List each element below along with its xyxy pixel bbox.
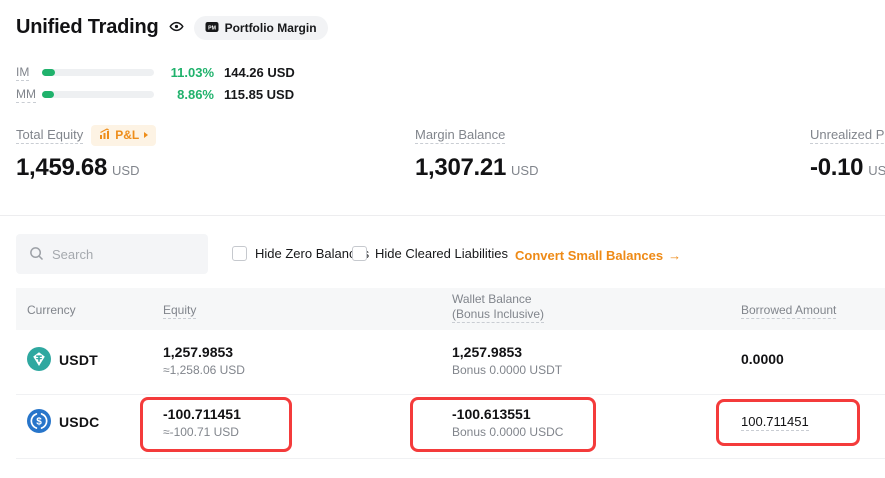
hide-zero-balances-checkbox[interactable]: Hide Zero Balances bbox=[232, 246, 369, 261]
stat-unrealized-pnl: Unrealized PnL -0.10USD bbox=[810, 124, 885, 182]
mm-progress-track bbox=[42, 91, 154, 98]
im-amount: 144.26 USD bbox=[224, 65, 295, 80]
usdt-equity-value: 1,257.9853 bbox=[163, 344, 233, 360]
col-borrowed-amount[interactable]: Borrowed Amount bbox=[741, 303, 836, 317]
portfolio-margin-icon: PM bbox=[205, 20, 219, 37]
usdc-equity-value: -100.711451 bbox=[163, 406, 241, 422]
pnl-badge[interactable]: P&L bbox=[91, 125, 156, 146]
usdc-wallet-bonus: Bonus 0.0000 USDC bbox=[452, 425, 563, 439]
usdc-borrowed-value[interactable]: 100.711451 bbox=[741, 414, 809, 429]
currency-name: USDT bbox=[59, 352, 98, 368]
search-input[interactable] bbox=[16, 234, 208, 274]
usdt-coin-icon bbox=[27, 347, 51, 376]
pnl-chart-icon bbox=[99, 128, 111, 143]
usdt-borrowed-value: 0.0000 bbox=[741, 351, 784, 367]
unified-trading-panel: Unified Trading PM Portfolio Margin IM bbox=[0, 0, 885, 478]
total-equity-value: 1,459.68USD bbox=[16, 154, 156, 182]
search-box bbox=[16, 234, 208, 274]
svg-text:PM: PM bbox=[208, 25, 216, 31]
unrealized-pnl-label[interactable]: Unrealized PnL bbox=[810, 127, 885, 144]
eye-icon bbox=[169, 19, 184, 39]
caret-right-icon bbox=[144, 132, 148, 138]
row-divider bbox=[16, 394, 885, 395]
total-equity-label[interactable]: Total Equity bbox=[16, 127, 83, 144]
usdc-equity-usd: ≈-100.71 USD bbox=[163, 425, 239, 439]
hide-cleared-liabilities-checkbox[interactable]: Hide Cleared Liabilities bbox=[352, 246, 508, 261]
col-equity[interactable]: Equity bbox=[163, 303, 196, 317]
usdc-coin-icon: $ bbox=[27, 409, 51, 438]
mm-ratio-row: MM 8.86% 115.85 USD bbox=[16, 86, 294, 102]
margin-balance-label[interactable]: Margin Balance bbox=[415, 127, 505, 144]
mm-progress-fill bbox=[42, 91, 54, 98]
page-title: Unified Trading bbox=[16, 16, 159, 39]
margin-balance-unit: USD bbox=[511, 163, 538, 178]
section-divider bbox=[0, 215, 885, 216]
portfolio-margin-label: Portfolio Margin bbox=[225, 21, 317, 35]
im-percent: 11.03% bbox=[160, 65, 214, 80]
hide-cleared-liabilities-label: Hide Cleared Liabilities bbox=[375, 246, 508, 261]
svg-text:$: $ bbox=[36, 417, 42, 428]
usdt-wallet-bonus: Bonus 0.0000 USDT bbox=[452, 363, 562, 377]
pnl-badge-label: P&L bbox=[115, 128, 139, 142]
portfolio-margin-badge[interactable]: PM Portfolio Margin bbox=[194, 16, 328, 40]
search-icon bbox=[29, 246, 44, 261]
col-wallet-balance-line2[interactable]: (Bonus Inclusive) bbox=[452, 307, 544, 321]
col-currency: Currency bbox=[27, 303, 76, 317]
total-equity-unit: USD bbox=[112, 163, 139, 178]
unrealized-pnl-unit: USD bbox=[868, 163, 885, 178]
im-ratio-row: IM 11.03% 144.26 USD bbox=[16, 64, 295, 80]
mm-amount: 115.85 USD bbox=[224, 87, 294, 102]
mm-percent: 8.86% bbox=[160, 87, 214, 102]
usdt-wallet-value: 1,257.9853 bbox=[452, 344, 522, 360]
convert-small-balances-link[interactable]: Convert Small Balances → bbox=[515, 248, 681, 263]
row-divider bbox=[16, 458, 885, 459]
im-label[interactable]: IM bbox=[16, 65, 42, 79]
margin-balance-value: 1,307.21USD bbox=[415, 154, 538, 182]
im-progress-track bbox=[42, 69, 154, 76]
stat-margin-balance: Margin Balance 1,307.21USD bbox=[415, 124, 538, 182]
checkbox-icon bbox=[352, 246, 367, 261]
header: Unified Trading PM Portfolio Margin bbox=[16, 14, 328, 40]
stat-total-equity: Total Equity P&L 1,459.68USD bbox=[16, 124, 156, 182]
mm-label[interactable]: MM bbox=[16, 87, 42, 101]
unrealized-pnl-value: -0.10USD bbox=[810, 154, 885, 182]
checkbox-icon bbox=[232, 246, 247, 261]
usdc-wallet-value: -100.613551 bbox=[452, 406, 531, 422]
usdt-equity-usd: ≈1,258.06 USD bbox=[163, 363, 245, 377]
im-progress-fill bbox=[42, 69, 55, 76]
balance-visibility-toggle[interactable] bbox=[169, 19, 184, 39]
arrow-right-icon: → bbox=[668, 248, 681, 263]
currency-name: USDC bbox=[59, 414, 99, 430]
col-wallet-balance-line1: Wallet Balance bbox=[452, 292, 532, 306]
